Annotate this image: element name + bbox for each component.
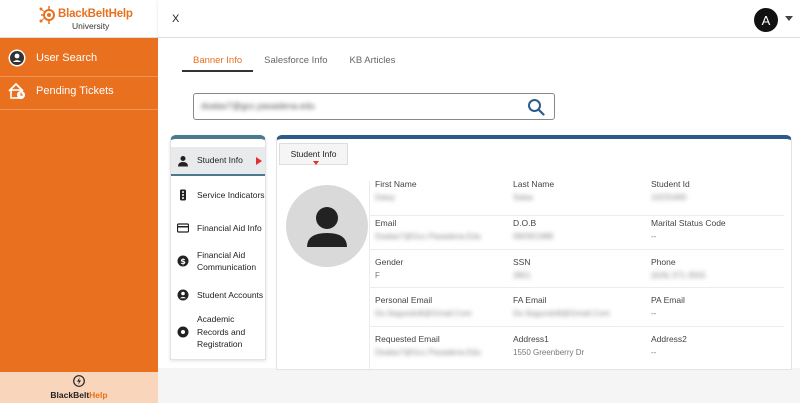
field-ssn: SSN 3801 bbox=[513, 257, 531, 280]
pending-tickets-icon bbox=[7, 81, 27, 101]
search-icon[interactable] bbox=[527, 98, 545, 116]
field-pa-email: PA Email -- bbox=[651, 295, 685, 318]
menu-item-student-accounts[interactable]: Student Accounts bbox=[171, 279, 265, 311]
caret-right-icon bbox=[256, 157, 262, 165]
field-fa-email: FA Email Ds.Segundo8@Gmail.Com bbox=[513, 295, 610, 318]
menu-item-student-info[interactable]: Student Info bbox=[171, 147, 265, 176]
section-menu: Student Info Service Indicators Financia… bbox=[170, 135, 266, 360]
credit-card-icon bbox=[177, 223, 189, 233]
field-student-id: Student Id 10231665 bbox=[651, 179, 690, 202]
tab-kb-articles[interactable]: KB Articles bbox=[339, 53, 407, 72]
footer-brand: BlackBeltHelp bbox=[50, 390, 108, 400]
record-icon bbox=[177, 326, 189, 338]
svg-text:$: $ bbox=[180, 257, 186, 266]
profile-photo-placeholder bbox=[286, 185, 368, 267]
menu-item-academic-records[interactable]: Academic Records and Registration bbox=[171, 311, 265, 353]
brand-name: BlackBeltHelp bbox=[58, 8, 133, 20]
brand-subtitle: University bbox=[72, 21, 110, 31]
menu-item-service-indicators[interactable]: Service Indicators bbox=[171, 179, 265, 211]
field-marital-status-code: Marital Status Code -- bbox=[651, 218, 726, 241]
field-email: Email Dsalas7@Gcc.Pasadena.Edu bbox=[375, 218, 481, 241]
divider bbox=[369, 181, 370, 371]
field-phone: Phone (626) 371-3555 bbox=[651, 257, 706, 280]
sidebar-item-label: Pending Tickets bbox=[36, 85, 114, 97]
tab-salesforce-info[interactable]: Salesforce Info bbox=[253, 53, 338, 72]
field-last-name: Last Name Salas bbox=[513, 179, 555, 202]
dollar-icon: $ bbox=[177, 255, 189, 267]
lightning-icon bbox=[73, 375, 85, 387]
person-icon bbox=[178, 155, 188, 166]
field-dob: D.O.B 08/09/1988 bbox=[513, 218, 554, 241]
search-input-value: dsalas7@gcc.pasadena.edu bbox=[201, 101, 315, 111]
divider bbox=[370, 215, 784, 216]
traffic-light-icon bbox=[180, 189, 186, 201]
person-silhouette-icon bbox=[307, 207, 347, 247]
gear-network-icon bbox=[39, 6, 55, 24]
account-circle-icon bbox=[177, 289, 189, 301]
sidebar: BlackBeltHelp University User Search Pen… bbox=[0, 0, 158, 403]
student-info-card: Student Info First Name Daisy Last Name … bbox=[276, 135, 792, 371]
divider bbox=[370, 287, 784, 288]
field-requested-email: Requested Email Dsalas7@Gcc.Pasadena.Edu bbox=[375, 334, 481, 357]
tab-bar: Banner Info Salesforce Info KB Articles bbox=[182, 53, 406, 73]
sidebar-item-label: User Search bbox=[36, 52, 98, 64]
top-bar: X A bbox=[158, 0, 800, 38]
field-personal-email: Personal Email Ds.Segundo8@Gmail.Com bbox=[375, 295, 472, 318]
field-address2: Address2 -- bbox=[651, 334, 687, 357]
tab-banner-info[interactable]: Banner Info bbox=[182, 53, 254, 72]
sidebar-item-pending-tickets[interactable]: Pending Tickets bbox=[0, 73, 158, 110]
menu-item-financial-aid-communication[interactable]: $ Financial Aid Communication bbox=[171, 245, 265, 277]
sidebar-footer: BlackBeltHelp bbox=[0, 372, 158, 403]
caret-down-icon bbox=[313, 161, 319, 165]
chevron-down-icon[interactable] bbox=[785, 16, 793, 22]
field-address1: Address1 1550 Greenberry Dr bbox=[513, 334, 585, 357]
field-first-name: First Name Daisy bbox=[375, 179, 417, 202]
avatar[interactable]: A bbox=[754, 8, 778, 32]
sidebar-item-user-search[interactable]: User Search bbox=[0, 40, 158, 77]
divider bbox=[370, 249, 784, 250]
main-panel: Banner Info Salesforce Info KB Articles … bbox=[158, 38, 800, 371]
close-button[interactable]: X bbox=[172, 13, 179, 25]
divider bbox=[370, 326, 784, 327]
field-gender: Gender F bbox=[375, 257, 404, 280]
search-input[interactable]: dsalas7@gcc.pasadena.edu bbox=[193, 93, 555, 120]
brand-logo[interactable]: BlackBeltHelp University bbox=[0, 0, 158, 38]
user-search-icon bbox=[7, 48, 27, 68]
menu-item-financial-aid-info[interactable]: Financial Aid Info bbox=[171, 212, 265, 244]
